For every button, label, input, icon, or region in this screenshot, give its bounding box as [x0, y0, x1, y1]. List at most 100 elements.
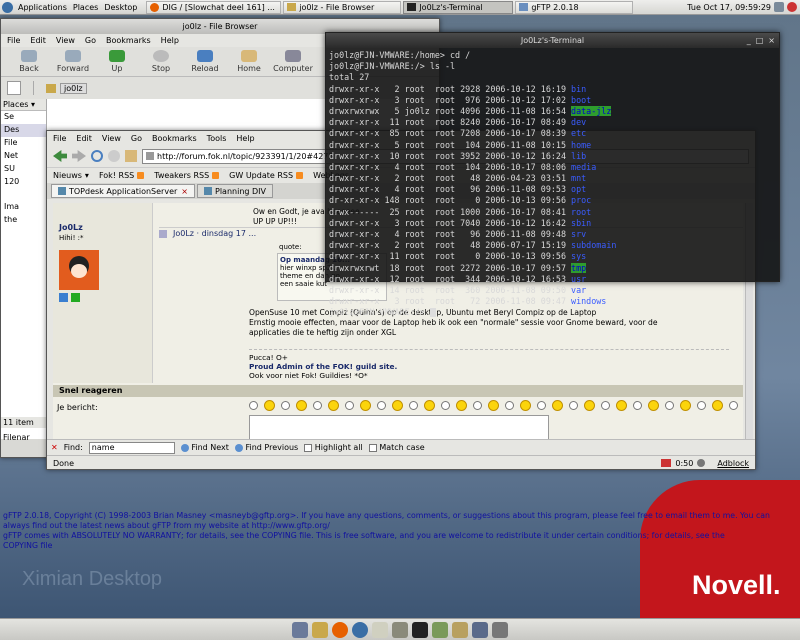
bookmark-tweakers-rss[interactable]: Tweakers RSS: [154, 171, 220, 180]
menu-help[interactable]: Help: [161, 36, 179, 45]
forward-button[interactable]: Forward: [53, 50, 93, 73]
menu-bookmarks[interactable]: Bookmarks: [106, 36, 151, 45]
sidebar-item[interactable]: Des: [1, 124, 46, 137]
close-icon[interactable]: ✕: [51, 443, 58, 452]
computer-button[interactable]: Computer: [273, 50, 313, 73]
taskbar-firefox[interactable]: DIG / [Slowchat deel 161] ...: [146, 0, 282, 14]
author-name[interactable]: Jo0Lz: [53, 203, 152, 232]
location-crumb[interactable]: jo0lz: [60, 82, 87, 94]
smiley-radio[interactable]: [505, 401, 514, 410]
ls-dir-name: opt: [571, 184, 587, 195]
menu-help[interactable]: Help: [236, 134, 254, 143]
ls-row-info: drwxr-xr-x 3 root root 72 2006-11-08 09:…: [329, 296, 572, 307]
smiley-radio[interactable]: [281, 401, 290, 410]
bookmark-fok-rss[interactable]: Fok! RSS: [99, 171, 145, 180]
menu-tools[interactable]: Tools: [207, 134, 227, 143]
reload-icon[interactable]: [91, 150, 103, 162]
places-dropdown[interactable]: Places ▾: [1, 99, 46, 111]
desktop-menu[interactable]: Desktop: [101, 3, 140, 12]
sidebar-item[interactable]: 120: [1, 176, 46, 189]
settings-icon[interactable]: [472, 621, 488, 638]
smiley-radio[interactable]: [569, 401, 578, 410]
terminal-icon[interactable]: [412, 621, 428, 638]
close-icon[interactable]: ×: [181, 187, 188, 196]
minimize-icon[interactable]: _: [747, 33, 751, 48]
smiley-radio[interactable]: [313, 401, 322, 410]
terminal-output[interactable]: jo0lz@FJN-VMWARE:/home> cd / jo0lz@FJN-V…: [326, 48, 779, 319]
maximize-icon[interactable]: □: [756, 33, 764, 48]
smiley-radio[interactable]: [537, 401, 546, 410]
applications-menu[interactable]: Applications: [15, 3, 70, 12]
menu-view[interactable]: View: [56, 36, 75, 45]
network-icon[interactable]: [774, 2, 784, 12]
firefox-icon[interactable]: [332, 621, 348, 638]
sidebar-item[interactable]: File: [1, 137, 46, 150]
gnome-foot-icon[interactable]: [2, 1, 13, 13]
settings-icon[interactable]: [697, 459, 706, 467]
smiley-radio[interactable]: [345, 401, 354, 410]
menu-view[interactable]: View: [102, 134, 121, 143]
smiley-radio[interactable]: [441, 401, 450, 410]
reload-button[interactable]: Reload: [185, 50, 225, 73]
mail-icon[interactable]: [372, 621, 388, 638]
menu-edit[interactable]: Edit: [76, 134, 92, 143]
back-icon[interactable]: [53, 150, 67, 162]
menu-file[interactable]: File: [7, 36, 20, 45]
smiley-radio[interactable]: [729, 401, 738, 410]
smiley-radio[interactable]: [633, 401, 642, 410]
menu-go[interactable]: Go: [85, 36, 96, 45]
match-case-checkbox[interactable]: Match case: [368, 443, 425, 452]
show-desktop-icon[interactable]: [292, 621, 308, 638]
tab-topdesk[interactable]: TOPdesk ApplicationServer ×: [51, 184, 195, 198]
tools-icon[interactable]: [392, 621, 408, 638]
find-next-button[interactable]: Find Next: [180, 443, 229, 452]
smiley-radio[interactable]: [665, 401, 674, 410]
stop-icon[interactable]: [108, 150, 120, 162]
bookmark-gw-update-rss[interactable]: GW Update RSS: [229, 171, 304, 180]
reply-textarea[interactable]: [249, 415, 549, 439]
places-menu[interactable]: Places: [70, 3, 101, 12]
sidebar-item[interactable]: Ima: [1, 201, 46, 214]
menu-file[interactable]: File: [53, 134, 66, 143]
sidebar-item[interactable]: Net: [1, 150, 46, 163]
taskbar-file-browser[interactable]: jo0lz - File Browser: [283, 0, 402, 14]
smiley-radio[interactable]: [409, 401, 418, 410]
tab-planning[interactable]: Planning DIV: [197, 184, 273, 198]
home-icon[interactable]: [125, 150, 137, 162]
smiley-radio[interactable]: [473, 401, 482, 410]
sidebar-item[interactable]: the: [1, 214, 46, 227]
trash-icon[interactable]: [492, 621, 508, 638]
evolution-icon[interactable]: [352, 621, 368, 638]
sidebar-item[interactable]: SU: [1, 163, 46, 176]
back-button[interactable]: Back: [9, 50, 49, 73]
clock[interactable]: Tue Oct 17, 09:59:29: [687, 3, 771, 12]
sig-line[interactable]: Proud Admin of the FOK! guild site.: [249, 362, 729, 371]
filename-column[interactable]: Filenar: [1, 431, 47, 444]
smiley-radio[interactable]: [697, 401, 706, 410]
menu-edit[interactable]: Edit: [30, 36, 46, 45]
file-manager-icon[interactable]: [312, 621, 328, 638]
help-icon[interactable]: [452, 621, 468, 638]
sidebar-item[interactable]: Se: [1, 111, 46, 124]
gmail-icon[interactable]: [661, 459, 672, 467]
highlight-all-checkbox[interactable]: Highlight all: [304, 443, 363, 452]
find-previous-button[interactable]: Find Previous: [234, 443, 298, 452]
taskbar-gftp[interactable]: gFTP 2.0.18: [515, 0, 634, 14]
bookmark-nieuws[interactable]: Nieuws ▾: [53, 171, 89, 180]
edit-location-icon[interactable]: [7, 81, 21, 95]
smiley-radio[interactable]: [249, 401, 258, 410]
forward-icon[interactable]: [72, 150, 86, 162]
menu-bookmarks[interactable]: Bookmarks: [152, 134, 197, 143]
menu-go[interactable]: Go: [131, 134, 142, 143]
home-button[interactable]: Home: [229, 50, 269, 73]
smiley-radio[interactable]: [377, 401, 386, 410]
adblock-button[interactable]: Adblock: [717, 459, 749, 468]
stop-button[interactable]: Stop: [141, 50, 181, 73]
find-input[interactable]: name: [88, 441, 175, 454]
taskbar-terminal[interactable]: Jo0Lz's-Terminal: [403, 0, 514, 14]
up-button[interactable]: Up: [97, 50, 137, 73]
power-icon[interactable]: [787, 2, 797, 12]
smiley-radio[interactable]: [601, 401, 610, 410]
close-icon[interactable]: ×: [768, 33, 775, 48]
gaim-icon[interactable]: [432, 621, 448, 638]
